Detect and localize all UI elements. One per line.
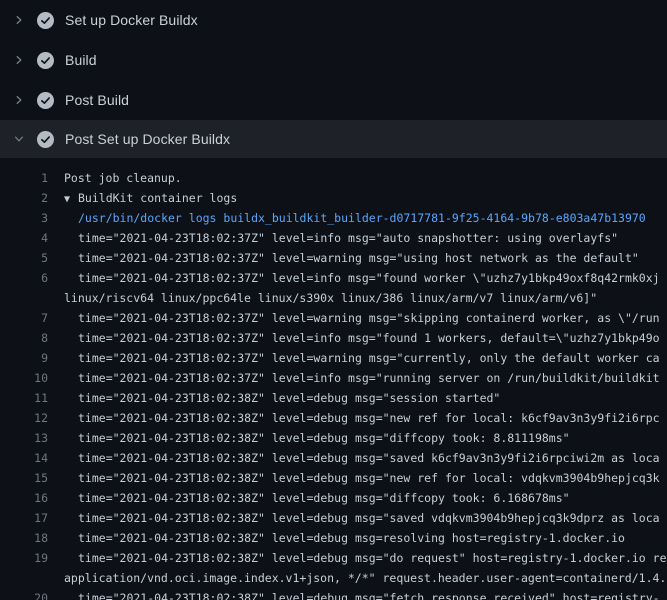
log-line: 20 time="2021-04-23T18:02:38Z" level=deb… (0, 588, 667, 600)
log-line-text: time="2021-04-23T18:02:37Z" level=warnin… (78, 348, 660, 368)
log-line-text: time="2021-04-23T18:02:37Z" level=info m… (78, 368, 660, 388)
step-header-build[interactable]: Build (0, 40, 667, 80)
log-line: 15 time="2021-04-23T18:02:38Z" level=deb… (0, 468, 667, 488)
chevron-right-icon (12, 53, 26, 67)
check-circle-icon (37, 12, 54, 29)
log-line-number[interactable]: 11 (0, 388, 48, 408)
log-line: 13 time="2021-04-23T18:02:38Z" level=deb… (0, 428, 667, 448)
log-line-number[interactable]: 9 (0, 348, 48, 368)
log-output-area[interactable]: 1 Post job cleanup. 2 ▼BuildKit containe… (0, 158, 667, 600)
log-line-text: time="2021-04-23T18:02:37Z" level=info m… (78, 328, 660, 348)
log-line-text: Post job cleanup. (64, 168, 182, 188)
log-line-number[interactable]: 19 (0, 548, 48, 568)
log-line-text: time="2021-04-23T18:02:38Z" level=debug … (78, 588, 660, 600)
log-line-text: time="2021-04-23T18:02:38Z" level=debug … (78, 528, 625, 548)
log-line-text: time="2021-04-23T18:02:38Z" level=debug … (78, 428, 570, 448)
log-line: 9 time="2021-04-23T18:02:37Z" level=warn… (0, 348, 667, 368)
log-line-number[interactable]: 6 (0, 268, 48, 288)
log-line-number[interactable]: 5 (0, 248, 48, 268)
log-line-text: time="2021-04-23T18:02:38Z" level=debug … (78, 548, 667, 568)
log-line: 6 time="2021-04-23T18:02:37Z" level=info… (0, 268, 667, 288)
log-line-text: time="2021-04-23T18:02:38Z" level=debug … (78, 468, 660, 488)
log-line-number[interactable]: 3 (0, 208, 48, 228)
step-label: Post Build (65, 92, 129, 108)
log-line: 2 ▼BuildKit container logs (0, 188, 667, 208)
log-line: 17 time="2021-04-23T18:02:38Z" level=deb… (0, 508, 667, 528)
log-line: 14 time="2021-04-23T18:02:38Z" level=deb… (0, 448, 667, 468)
log-line-number[interactable]: 4 (0, 228, 48, 248)
log-line-number[interactable]: 15 (0, 468, 48, 488)
log-line-number[interactable]: 13 (0, 428, 48, 448)
workflow-log-viewer: Set up Docker Buildx Build Post Build Po… (0, 0, 667, 600)
log-line: 10 time="2021-04-23T18:02:37Z" level=inf… (0, 368, 667, 388)
step-label: Set up Docker Buildx (65, 12, 198, 28)
log-line-text: /usr/bin/docker logs buildx_buildkit_bui… (78, 208, 646, 228)
chevron-right-icon (12, 93, 26, 107)
log-line-number[interactable]: 12 (0, 408, 48, 428)
log-line: 11 time="2021-04-23T18:02:38Z" level=deb… (0, 388, 667, 408)
log-line: 8 time="2021-04-23T18:02:37Z" level=info… (0, 328, 667, 348)
log-line-text: linux/riscv64 linux/ppc64le linux/s390x … (64, 288, 597, 308)
step-label: Post Set up Docker Buildx (65, 131, 230, 147)
log-line: 1 Post job cleanup. (0, 168, 667, 188)
log-line: 12 time="2021-04-23T18:02:38Z" level=deb… (0, 408, 667, 428)
log-line-number[interactable]: 8 (0, 328, 48, 348)
log-line-text: time="2021-04-23T18:02:38Z" level=debug … (78, 508, 660, 528)
log-line: 7 time="2021-04-23T18:02:37Z" level=warn… (0, 308, 667, 328)
log-line: 18 time="2021-04-23T18:02:38Z" level=deb… (0, 528, 667, 548)
step-label: Build (65, 52, 97, 68)
log-line-number[interactable]: 14 (0, 448, 48, 468)
check-circle-icon (37, 92, 54, 109)
log-line: 16 time="2021-04-23T18:02:38Z" level=deb… (0, 488, 667, 508)
group-toggle-icon[interactable]: ▼ (64, 190, 78, 208)
step-header-post-setup-docker-buildx[interactable]: Post Set up Docker Buildx (0, 120, 667, 158)
log-line-text: time="2021-04-23T18:02:37Z" level=info m… (78, 268, 660, 288)
log-line-text: application/vnd.oci.image.index.v1+json,… (64, 568, 666, 588)
log-line-number[interactable]: 1 (0, 168, 48, 188)
chevron-down-icon (12, 132, 26, 146)
step-header-setup-docker-buildx[interactable]: Set up Docker Buildx (0, 0, 667, 40)
log-line: 3 /usr/bin/docker logs buildx_buildkit_b… (0, 208, 667, 228)
log-line-number[interactable]: 2 (0, 188, 48, 208)
log-line-text: time="2021-04-23T18:02:38Z" level=debug … (78, 408, 660, 428)
log-line: 4 time="2021-04-23T18:02:37Z" level=info… (0, 228, 667, 248)
chevron-right-icon (12, 13, 26, 27)
log-line-text: time="2021-04-23T18:02:37Z" level=warnin… (78, 248, 639, 268)
log-line-text: time="2021-04-23T18:02:37Z" level=info m… (78, 228, 618, 248)
log-line: application/vnd.oci.image.index.v1+json,… (0, 568, 667, 588)
log-line: linux/riscv64 linux/ppc64le linux/s390x … (0, 288, 667, 308)
log-line-number[interactable]: 20 (0, 588, 48, 600)
log-line-number[interactable]: 18 (0, 528, 48, 548)
log-line-text: time="2021-04-23T18:02:38Z" level=debug … (78, 488, 570, 508)
log-line-text: time="2021-04-23T18:02:38Z" level=debug … (78, 388, 500, 408)
log-line: 19 time="2021-04-23T18:02:38Z" level=deb… (0, 548, 667, 568)
log-line-text: time="2021-04-23T18:02:38Z" level=debug … (78, 448, 660, 468)
step-header-post-build[interactable]: Post Build (0, 80, 667, 120)
log-line-number[interactable]: 16 (0, 488, 48, 508)
log-line-number[interactable] (0, 568, 48, 588)
log-line-number[interactable]: 7 (0, 308, 48, 328)
log-line-number[interactable]: 17 (0, 508, 48, 528)
log-line-text: time="2021-04-23T18:02:37Z" level=warnin… (78, 308, 660, 328)
log-line: 5 time="2021-04-23T18:02:37Z" level=warn… (0, 248, 667, 268)
check-circle-icon (37, 52, 54, 69)
log-line-text: ▼BuildKit container logs (64, 188, 237, 208)
log-line-number[interactable] (0, 288, 48, 308)
check-circle-icon (37, 131, 54, 148)
log-line-number[interactable]: 10 (0, 368, 48, 388)
